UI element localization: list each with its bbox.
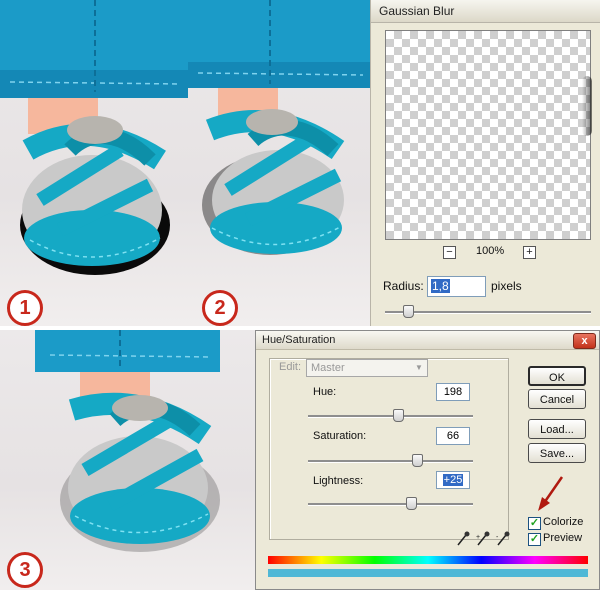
colorized-spectrum-bar [268,569,588,577]
svg-text:-: - [496,534,499,541]
lightness-label: Lightness: [313,475,364,487]
ok-button[interactable]: OK [528,366,586,386]
hue-saturation-dialog: Hue/Saturation x Edit: Master ▼ Hue: 198… [255,330,600,590]
step-number-2: 2 [202,290,238,326]
zoom-level: 100% [476,245,505,257]
chevron-down-icon: ▼ [415,363,423,372]
edit-label: Edit: [279,361,302,373]
gaussian-blur-dialog: Gaussian Blur − 100% + Radius: 1,8 pixel… [370,0,600,326]
zoom-out-button[interactable]: − [443,246,456,259]
shoe-panel-step-3: 3 [0,330,255,590]
hue-slider-thumb[interactable] [393,409,404,422]
close-button[interactable]: x [573,333,596,349]
edit-dropdown-value: Master [311,362,345,374]
hue-saturation-titlebar[interactable]: Hue/Saturation x [256,331,599,350]
eyedropper-plus-icon[interactable]: + [476,531,490,546]
radius-label: Radius: [383,279,424,293]
saturation-input[interactable]: 66 [436,427,470,445]
gaussian-blur-titlebar[interactable]: Gaussian Blur [371,0,600,23]
colorize-checkbox[interactable]: ✓ [528,517,541,530]
saturation-slider-thumb[interactable] [412,454,423,467]
svg-text:+: + [476,534,480,541]
radius-slider-track[interactable] [385,311,591,314]
gaussian-blur-title: Gaussian Blur [379,4,455,18]
hue-label: Hue: [313,386,337,398]
hue-spectrum-bar [268,556,588,564]
colorize-label[interactable]: Colorize [543,516,583,528]
blur-preview-canvas[interactable] [385,30,592,240]
step-number-1: 1 [7,290,43,326]
hue-slider-track[interactable] [308,415,473,418]
preview-checkbox[interactable]: ✓ [528,533,541,546]
preview-label[interactable]: Preview [543,532,582,544]
hue-saturation-title: Hue/Saturation [262,334,336,346]
red-arrow-annotation [538,476,564,511]
radius-value: 1,8 [431,279,450,293]
shoe-illustration-step-2 [188,0,370,255]
load-button[interactable]: Load... [528,419,586,439]
lightness-slider-thumb[interactable] [406,497,417,510]
eyedropper-icon[interactable] [457,531,470,546]
save-button[interactable]: Save... [528,443,586,463]
radius-slider-thumb[interactable] [403,305,414,318]
hue-input[interactable]: 198 [436,383,470,401]
step-number-3: 3 [7,552,43,588]
lightness-input[interactable]: +25 [436,471,470,489]
radius-input[interactable]: 1,8 [427,276,486,297]
shoe-illustration-step-1 [0,0,188,275]
eyedropper-minus-icon[interactable]: - [496,531,510,546]
preview-edge-shadow [582,76,592,136]
shoe-panel-step-2: 2 [188,0,370,326]
cancel-button[interactable]: Cancel [528,389,586,409]
lightness-value: +25 [442,474,464,486]
lightness-slider-track[interactable] [308,503,473,506]
edit-dropdown[interactable]: Master ▼ [306,359,428,377]
shoe-panel-step-1: 1 [0,0,188,326]
saturation-label: Saturation: [313,430,367,442]
saturation-slider-track[interactable] [308,460,473,463]
zoom-in-button[interactable]: + [523,246,536,259]
radius-units: pixels [491,279,522,293]
adjustments-group [269,358,509,540]
eyedropper-tools: + - [457,531,510,546]
shoe-illustration-step-3 [35,330,220,552]
